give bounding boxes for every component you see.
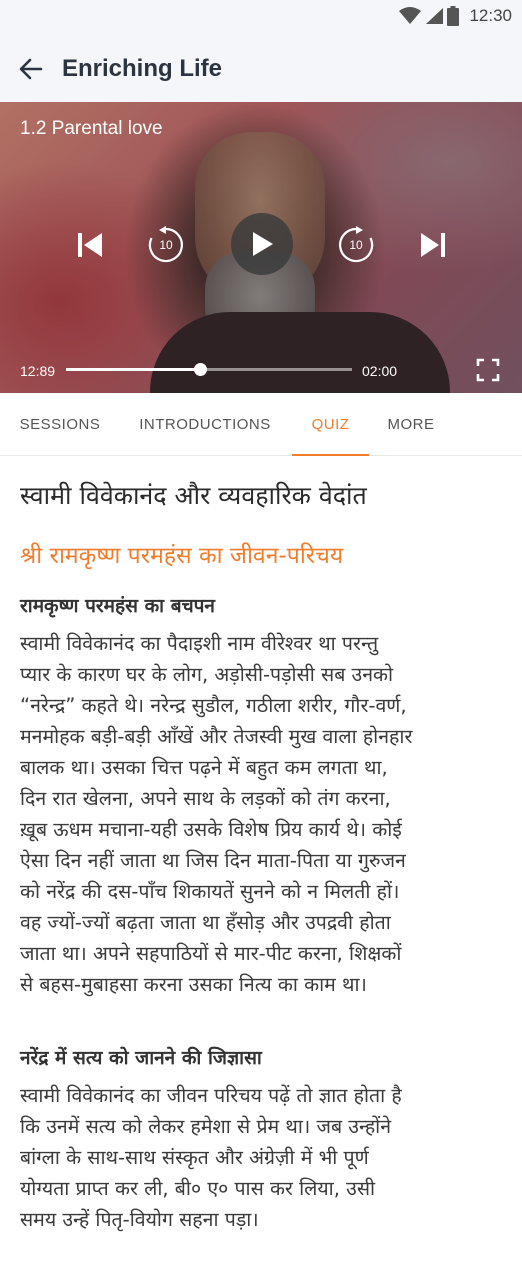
paragraph-line: ख़ूब ऊधम मचाना-यही उसके विशेष प्रिय कार्… [20, 818, 402, 841]
rewind-seconds-label: 10 [159, 238, 173, 252]
paragraph-line: बालक था। उसका चित्त पढ़ने में बहुत कम लग… [20, 756, 388, 779]
fullscreen-button[interactable] [476, 358, 500, 382]
status-icons: 12:30 [399, 6, 512, 26]
tab-bar: SESSIONS INTRODUCTIONS QUIZ MORE [0, 393, 522, 456]
tab-sessions[interactable]: SESSIONS [8, 393, 112, 456]
session-title: 1.2 Parental love [20, 118, 163, 139]
fullscreen-icon [476, 358, 500, 382]
duration-time: 02:00 [362, 363, 398, 379]
skip-next-button[interactable] [417, 230, 449, 260]
play-icon [253, 232, 273, 256]
paragraph-line: जाता था। अपने सहपाठियों से मार-पीट करना,… [20, 942, 402, 965]
play-button[interactable] [231, 213, 293, 275]
skip-next-icon [421, 233, 445, 257]
paragraph-line: से बहस-मुबाहसा करना उसका नित्य का काम था… [20, 973, 367, 996]
page-title: Enriching Life [62, 55, 223, 82]
paragraph-line: दिन रात खेलना, अपने साथ के लड़कों को तंग… [20, 787, 391, 810]
paragraph-line: प्यार के कारण घर के लोग, अड़ोसी-पड़ोसी स… [20, 663, 394, 686]
skip-previous-icon [78, 233, 102, 257]
skip-previous-button[interactable] [74, 230, 106, 260]
paragraph-line: स्वामी विवेकानंद का जीवन परिचय पढ़ें तो … [20, 1084, 402, 1107]
article-title: स्वामी विवेकानंद और व्यवहारिक वेदांत [20, 481, 367, 510]
paragraph-line: समय उन्हें पितृ-वियोग सहना पड़ा। [20, 1208, 259, 1231]
seek-bar-progress [66, 368, 201, 371]
current-time: 12:89 [20, 363, 56, 379]
status-bar: 12:30 [0, 0, 522, 34]
section-heading: नरेंद्र में सत्य को जानने की जिज्ञासा [20, 1047, 262, 1069]
status-time: 12:30 [469, 6, 512, 25]
rewind-10-button[interactable]: 10 [147, 226, 185, 264]
forward-seconds-label: 10 [349, 238, 363, 252]
section-paragraph: स्वामी विवेकानंद का जीवन परिचय पढ़ें तो … [20, 1080, 510, 1235]
paragraph-line: “नरेन्द्र” कहते थे। नरेन्द्र सुडौल, गठील… [20, 694, 407, 717]
video-player[interactable]: 1.2 Parental love 10 10 12:89 02:00 [0, 102, 522, 393]
paragraph-line: को नरेंद्र की दस-पाँच शिकायतें सुनने को … [20, 880, 400, 903]
paragraph-line: स्वामी विवेकानंद का पैदाइशी नाम वीरेश्वर… [20, 632, 379, 655]
paragraph-line: मनमोहक बड़ी-बड़ी आँखें और तेजस्वी मुख वा… [20, 725, 413, 748]
app-bar: Enriching Life [0, 34, 522, 102]
paragraph-line: ऐसा दिन नहीं जाता था जिस दिन माता-पिता य… [20, 849, 406, 872]
paragraph-line: वह ज्यों-ज्यों बढ़ता जाता था हँसोड़ और उ… [20, 911, 391, 934]
section-heading: रामकृष्ण परमहंस का बचपन [20, 595, 215, 617]
back-button[interactable] [14, 54, 48, 84]
battery-icon [447, 6, 460, 26]
paragraph-line: योग्यता प्राप्त कर ली, बी० ए० पास कर लिय… [20, 1177, 376, 1200]
tab-introductions[interactable]: INTRODUCTIONS [128, 393, 282, 456]
tab-more[interactable]: MORE [378, 393, 444, 456]
tab-quiz[interactable]: QUIZ [292, 393, 369, 456]
seek-bar[interactable] [66, 363, 352, 376]
section-paragraph: स्वामी विवेकानंद का पैदाइशी नाम वीरेश्वर… [20, 628, 510, 1000]
article-subtitle: श्री रामकृष्ण परमहंस का जीवन-परिचय [20, 543, 344, 569]
paragraph-line: कि उनमें सत्य को लेकर हमेशा से प्रेम था।… [20, 1115, 392, 1138]
arrow-left-icon [19, 58, 43, 80]
paragraph-line: बांग्ला के साथ-साथ संस्कृत और अंग्रेज़ी … [20, 1146, 369, 1169]
wifi-icon [399, 7, 422, 24]
forward-10-button[interactable]: 10 [337, 226, 375, 264]
signal-icon [426, 8, 444, 24]
